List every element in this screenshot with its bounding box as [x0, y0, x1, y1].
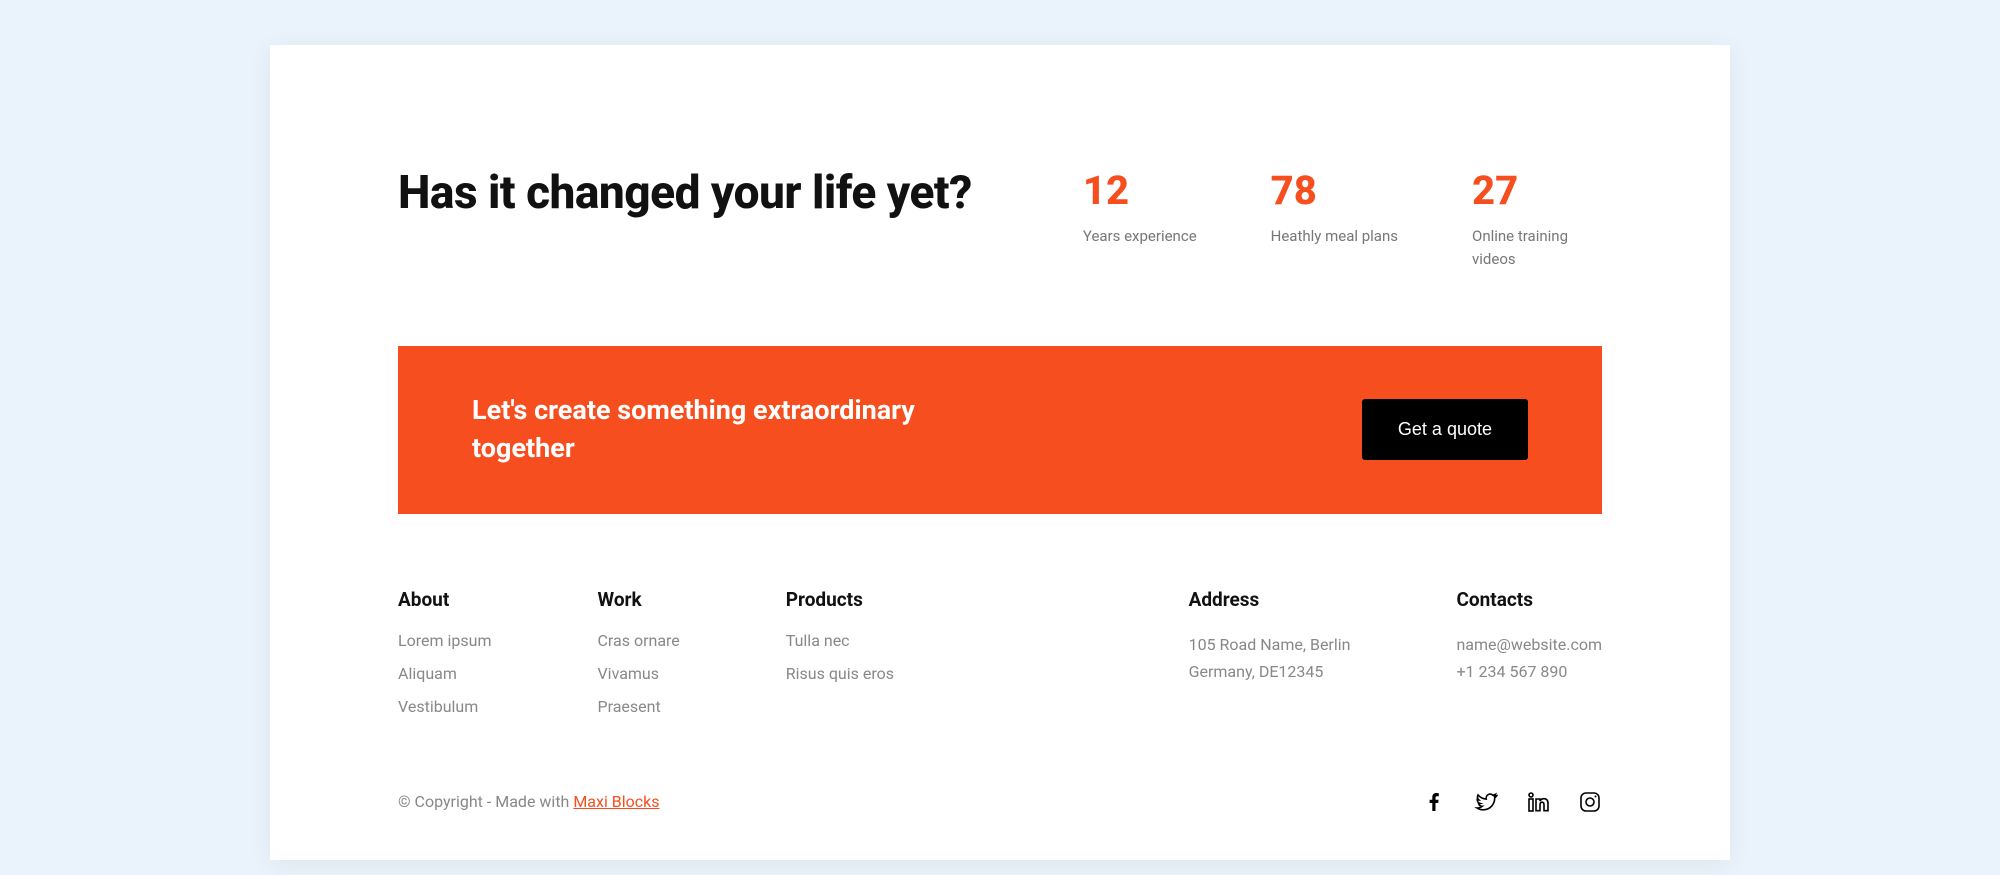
- instagram-icon[interactable]: [1578, 790, 1602, 814]
- stat-videos: 27 Online training videos: [1472, 171, 1602, 270]
- footer-col-work: Work Cras ornare Vivamus Praesent: [597, 588, 679, 730]
- stat-years: 12 Years experience: [1083, 171, 1197, 270]
- footer-col-contacts: Contacts name@website.com +1 234 567 890: [1456, 588, 1602, 730]
- footer-col-about: About Lorem ipsum Aliquam Vestibulum: [398, 588, 491, 730]
- footer-link[interactable]: Tulla nec: [786, 631, 894, 650]
- contact-email[interactable]: name@website.com: [1456, 631, 1602, 658]
- contact-phone[interactable]: +1 234 567 890: [1456, 658, 1602, 685]
- footer-left-group: About Lorem ipsum Aliquam Vestibulum Wor…: [398, 588, 894, 730]
- stat-value: 27: [1472, 171, 1602, 211]
- footer-col-products: Products Tulla nec Risus quis eros: [786, 588, 894, 730]
- maxi-blocks-link[interactable]: Maxi Blocks: [573, 792, 659, 811]
- facebook-icon[interactable]: [1422, 790, 1446, 814]
- stat-label: Heathly meal plans: [1271, 225, 1398, 248]
- stat-value: 78: [1271, 171, 1398, 211]
- copyright: © Copyright - Made with Maxi Blocks: [398, 792, 660, 811]
- stat-meal-plans: 78 Heathly meal plans: [1271, 171, 1398, 270]
- footer-link[interactable]: Cras ornare: [597, 631, 679, 650]
- footer-link[interactable]: Vestibulum: [398, 697, 491, 716]
- cta-title: Let's create something extraordinary tog…: [472, 392, 922, 468]
- social-icons: [1422, 790, 1602, 814]
- top-row: Has it changed your life yet? 12 Years e…: [398, 165, 1602, 270]
- footer-heading: Work: [597, 588, 679, 611]
- footer-link[interactable]: Aliquam: [398, 664, 491, 683]
- cta-banner: Let's create something extraordinary tog…: [398, 346, 1602, 514]
- address-line: 105 Road Name, Berlin: [1189, 631, 1351, 658]
- footer-card: Has it changed your life yet? 12 Years e…: [270, 45, 1730, 860]
- stat-label: Years experience: [1083, 225, 1197, 248]
- bottom-row: © Copyright - Made with Maxi Blocks: [398, 790, 1602, 814]
- copyright-prefix: © Copyright - Made with: [398, 792, 573, 811]
- footer-heading: Contacts: [1456, 588, 1602, 611]
- get-quote-button[interactable]: Get a quote: [1362, 399, 1528, 460]
- footer-link[interactable]: Praesent: [597, 697, 679, 716]
- twitter-icon[interactable]: [1474, 790, 1498, 814]
- linkedin-icon[interactable]: [1526, 790, 1550, 814]
- stat-value: 12: [1083, 171, 1197, 211]
- footer-link[interactable]: Lorem ipsum: [398, 631, 491, 650]
- footer-heading: About: [398, 588, 491, 611]
- address-line: Germany, DE12345: [1189, 658, 1351, 685]
- footer-heading: Address: [1189, 588, 1351, 611]
- footer-heading: Products: [786, 588, 894, 611]
- footer-right-group: Address 105 Road Name, Berlin Germany, D…: [1189, 588, 1602, 730]
- stat-label: Online training videos: [1472, 225, 1602, 270]
- headline: Has it changed your life yet?: [398, 165, 972, 223]
- footer-col-address: Address 105 Road Name, Berlin Germany, D…: [1189, 588, 1351, 730]
- stats-group: 12 Years experience 78 Heathly meal plan…: [1083, 171, 1602, 270]
- footer-link[interactable]: Vivamus: [597, 664, 679, 683]
- footer-link[interactable]: Risus quis eros: [786, 664, 894, 683]
- footer-links-row: About Lorem ipsum Aliquam Vestibulum Wor…: [398, 588, 1602, 730]
